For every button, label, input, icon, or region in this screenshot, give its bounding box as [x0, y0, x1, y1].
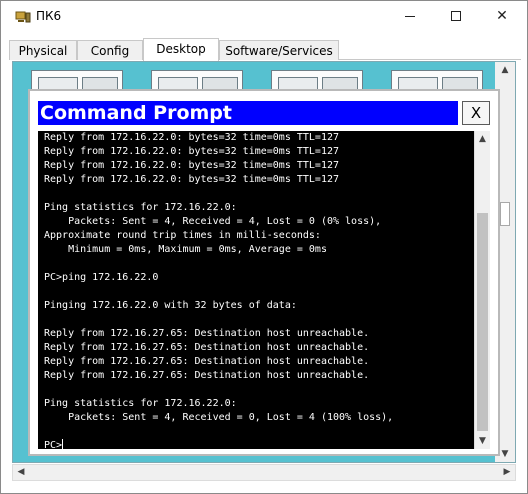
chevron-right-icon[interactable]: ▶ [499, 465, 515, 480]
minimize-icon [405, 15, 415, 17]
title-bar[interactable]: ПК6 ✕ [1, 1, 527, 31]
console-line: Reply from 172.16.27.65: Destination hos… [44, 356, 370, 367]
close-button[interactable]: ✕ [479, 1, 525, 31]
text-cursor [62, 439, 64, 449]
minimize-button[interactable] [387, 1, 433, 31]
console-line: Packets: Sent = 4, Received = 4, Lost = … [44, 216, 382, 227]
chevron-down-icon[interactable]: ▼ [475, 433, 490, 449]
console-output[interactable]: Reply from 172.16.22.0: bytes=32 time=0m… [38, 131, 484, 449]
console-line: PC> [44, 439, 64, 449]
console-line: PC>ping 172.16.22.0 [44, 272, 159, 283]
close-icon: ✕ [496, 8, 508, 24]
command-prompt-close-button[interactable]: X [462, 101, 490, 125]
command-prompt-window: Command Prompt X Reply from 172.16.22.0:… [28, 89, 500, 456]
console-line: Ping statistics for 172.16.22.0: [44, 202, 237, 213]
pc-window: ПК6 ✕ Physical Config Desktop Software/S… [0, 0, 528, 494]
console-line: Reply from 172.16.27.65: Destination hos… [44, 328, 370, 339]
console-line: Minimum = 0ms, Maximum = 0ms, Average = … [44, 244, 327, 255]
chevron-up-icon[interactable]: ▲ [475, 131, 490, 147]
console-line: Packets: Sent = 4, Received = 0, Lost = … [44, 412, 394, 423]
outer-scroll-thumb[interactable] [500, 202, 510, 226]
console-line: Reply from 172.16.22.0: bytes=32 time=0m… [44, 160, 340, 171]
maximize-icon [451, 11, 461, 21]
console-line: Reply from 172.16.22.0: bytes=32 time=0m… [44, 174, 340, 185]
console-vertical-scrollbar[interactable]: ▲ ▼ [474, 131, 490, 449]
console-line: Reply from 172.16.22.0: bytes=32 time=0m… [44, 146, 340, 157]
chevron-up-icon[interactable]: ▲ [495, 62, 515, 78]
console-line: Approximate round trip times in milli-se… [44, 230, 321, 241]
command-prompt-title: Command Prompt [38, 101, 458, 125]
console-lines: Reply from 172.16.22.0: bytes=32 time=0m… [44, 131, 393, 449]
tab-config[interactable]: Config [77, 40, 143, 60]
chevron-left-icon[interactable]: ◀ [13, 465, 29, 480]
console-line: Pinging 172.16.22.0 with 32 bytes of dat… [44, 300, 297, 311]
console-line: Reply from 172.16.22.0: bytes=32 time=0m… [44, 132, 340, 143]
console-scroll-thumb[interactable] [477, 213, 488, 431]
window-title: ПК6 [36, 9, 62, 23]
horizontal-scrollbar[interactable]: ◀ ▶ [12, 464, 516, 481]
console-line: Reply from 172.16.27.65: Destination hos… [44, 342, 370, 353]
pc-icon [15, 11, 31, 23]
tab-physical[interactable]: Physical [9, 40, 77, 60]
tab-desktop[interactable]: Desktop [143, 38, 219, 61]
maximize-button[interactable] [433, 1, 479, 31]
tab-software-services[interactable]: Software/Services [219, 40, 339, 60]
console-line: Reply from 172.16.27.65: Destination hos… [44, 370, 370, 381]
console-line: Ping statistics for 172.16.22.0: [44, 398, 237, 409]
tab-bar: Physical Config Desktop Software/Service… [9, 38, 521, 61]
